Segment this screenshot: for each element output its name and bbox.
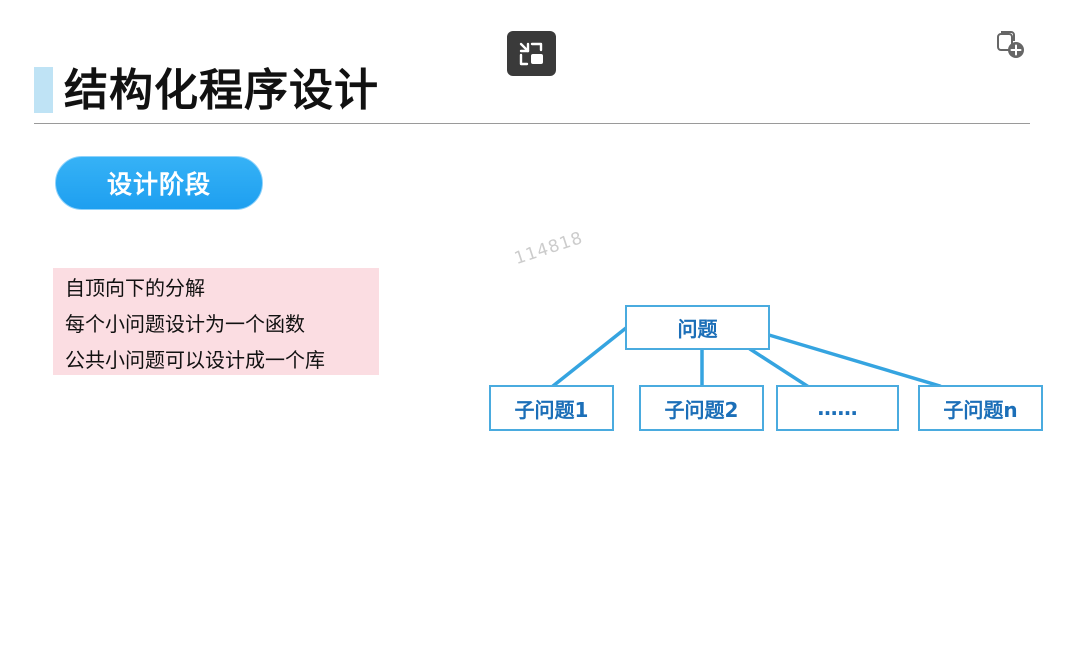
tree-connectors xyxy=(551,326,942,395)
tree-child-node: …… xyxy=(776,385,899,431)
tree-child-node: 子问题1 xyxy=(489,385,614,431)
slide-canvas: 结构化程序设计 设计阶段 自顶向下的分解 每个小问题设计为一个函数 公共小问题可… xyxy=(0,0,1066,669)
tree-child-label: …… xyxy=(817,396,858,420)
tree-child-label: 子问题2 xyxy=(664,397,739,422)
connector-line xyxy=(551,326,628,388)
tree-child-node: 子问题2 xyxy=(639,385,764,431)
tree-root-node: 问题 xyxy=(625,305,770,350)
tree-child-label: 子问题n xyxy=(943,397,1018,422)
tree-root-label: 问题 xyxy=(677,317,718,341)
tree-child-node: 子问题n xyxy=(918,385,1043,431)
tree-child-label: 子问题1 xyxy=(514,397,589,422)
